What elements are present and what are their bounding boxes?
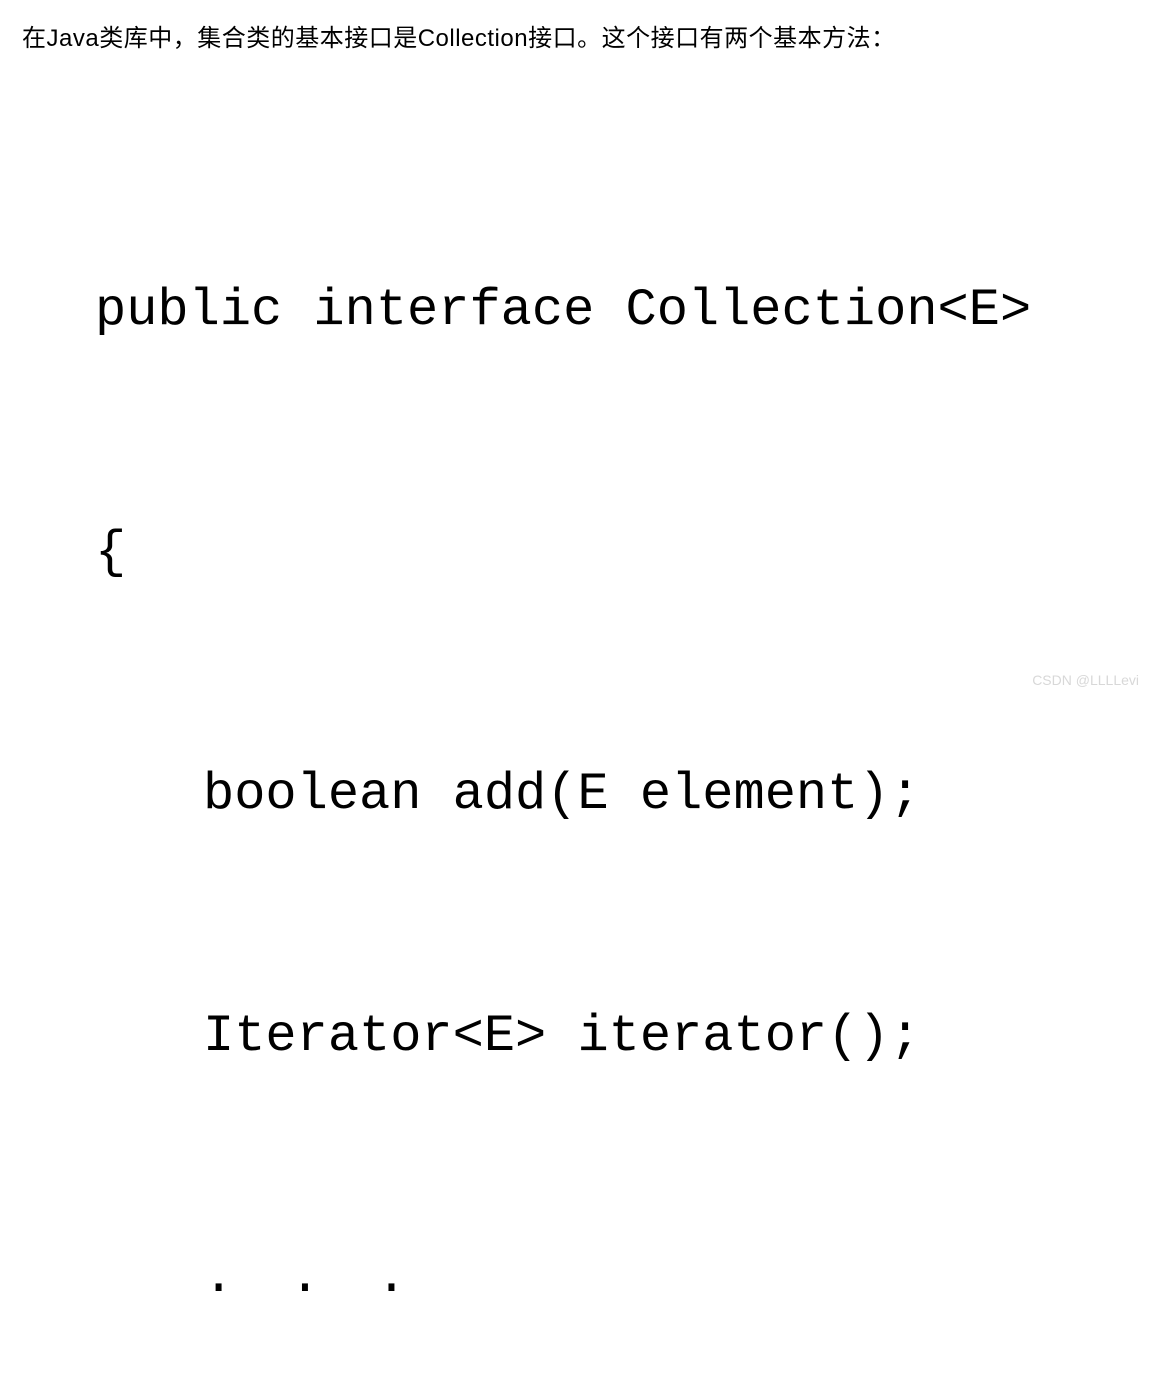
code-line-iterator-method: Iterator<E> iterator(); [95, 997, 1031, 1078]
code-line-ellipsis: . . . [95, 1238, 1031, 1319]
code-snippet: public interface Collection<E> { boolean… [95, 110, 1031, 1396]
intro-paragraph: 在Java类库中，集合类的基本接口是Collection接口。这个接口有两个基本… [22, 18, 896, 53]
code-line-declaration: public interface Collection<E> [95, 271, 1031, 352]
code-line-open-brace: { [95, 513, 1031, 594]
code-line-add-method: boolean add(E element); [95, 755, 1031, 836]
watermark-text: CSDN @LLLLevi [1032, 672, 1139, 688]
